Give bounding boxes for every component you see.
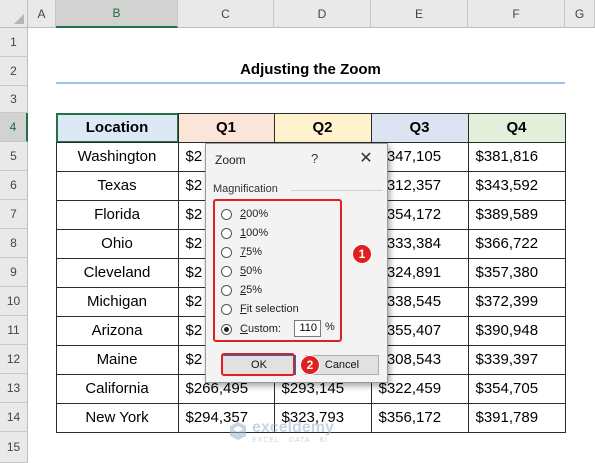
table-cell-location[interactable]: Florida xyxy=(55,199,179,230)
table-cell-location[interactable]: New York xyxy=(55,402,179,433)
row-header-14[interactable]: 14 xyxy=(0,403,28,432)
table-cell-location[interactable]: Texas xyxy=(55,170,179,201)
table-cell-q4[interactable]: $366,722 xyxy=(467,228,566,259)
column-header-g[interactable]: G xyxy=(565,0,595,28)
table-cell-q3[interactable]: $356,172 xyxy=(370,402,469,433)
row-header-13[interactable]: 13 xyxy=(0,374,28,403)
row-header-7[interactable]: 7 xyxy=(0,200,28,229)
header-cell-location[interactable]: Location xyxy=(55,112,179,143)
table-cell-q4[interactable]: $390,948 xyxy=(467,315,566,346)
row-header-10[interactable]: 10 xyxy=(0,287,28,316)
row-header-2[interactable]: 2 xyxy=(0,57,28,86)
help-icon[interactable]: ? xyxy=(311,151,318,166)
watermark-tagline: EXCEL · DATA · BI xyxy=(252,437,328,444)
table-cell-location[interactable]: Maine xyxy=(55,344,179,375)
column-header-d[interactable]: D xyxy=(274,0,371,28)
select-all-corner[interactable] xyxy=(0,0,28,28)
row-header-1[interactable]: 1 xyxy=(0,28,28,57)
column-header-b[interactable]: B xyxy=(56,0,178,28)
row-header-4[interactable]: 4 xyxy=(0,113,28,142)
table-cell-location[interactable]: Arizona xyxy=(55,315,179,346)
row-header-11[interactable]: 11 xyxy=(0,316,28,345)
row-header-9[interactable]: 9 xyxy=(0,258,28,287)
table-cell-q4[interactable]: $354,705 xyxy=(467,373,566,404)
magnification-group-label: Magnification xyxy=(213,183,278,195)
group-divider xyxy=(291,190,383,191)
table-cell-q4[interactable]: $372,399 xyxy=(467,286,566,317)
close-icon[interactable]: ✕ xyxy=(355,147,377,169)
table-cell-q4[interactable]: $339,397 xyxy=(467,344,566,375)
header-cell-q3[interactable]: Q3 xyxy=(370,112,469,143)
row-header-12[interactable]: 12 xyxy=(0,345,28,374)
table-cell-q4[interactable]: $357,380 xyxy=(467,257,566,288)
column-header-f[interactable]: F xyxy=(468,0,565,28)
row-header-6[interactable]: 6 xyxy=(0,171,28,200)
exceldemy-logo-icon xyxy=(230,422,246,440)
ok-highlight-box xyxy=(221,353,295,376)
watermark-name: exceldemy xyxy=(252,419,334,436)
dialog-title: Zoom xyxy=(215,153,246,167)
title-underline xyxy=(56,82,565,84)
table-cell-q4[interactable]: $391,789 xyxy=(467,402,566,433)
table-cell-location[interactable]: Washington xyxy=(55,141,179,172)
table-cell-location[interactable]: Ohio xyxy=(55,228,179,259)
row-header-5[interactable]: 5 xyxy=(0,142,28,171)
watermark: exceldemy EXCEL · DATA · BI xyxy=(226,419,376,449)
step-badge-2: 2 xyxy=(300,355,320,375)
table-cell-location[interactable]: California xyxy=(55,373,179,404)
table-cell-q4[interactable]: $343,592 xyxy=(467,170,566,201)
table-cell-location[interactable]: Michigan xyxy=(55,286,179,317)
sheet-title: Adjusting the Zoom xyxy=(240,61,381,78)
options-highlight-box xyxy=(213,199,342,342)
row-header-3[interactable]: 3 xyxy=(0,86,28,113)
header-cell-q1[interactable]: Q1 xyxy=(177,112,275,143)
column-header-c[interactable]: C xyxy=(178,0,274,28)
header-cell-q2[interactable]: Q2 xyxy=(273,112,372,143)
table-cell-location[interactable]: Cleveland xyxy=(55,257,179,288)
row-header-8[interactable]: 8 xyxy=(0,229,28,258)
table-cell-q4[interactable]: $381,816 xyxy=(467,141,566,172)
column-header-e[interactable]: E xyxy=(371,0,468,28)
table-cell-q4[interactable]: $389,589 xyxy=(467,199,566,230)
header-cell-q4[interactable]: Q4 xyxy=(467,112,566,143)
column-header-a[interactable]: A xyxy=(28,0,56,28)
step-badge-1: 1 xyxy=(352,244,372,264)
row-header-15[interactable]: 15 xyxy=(0,432,28,463)
